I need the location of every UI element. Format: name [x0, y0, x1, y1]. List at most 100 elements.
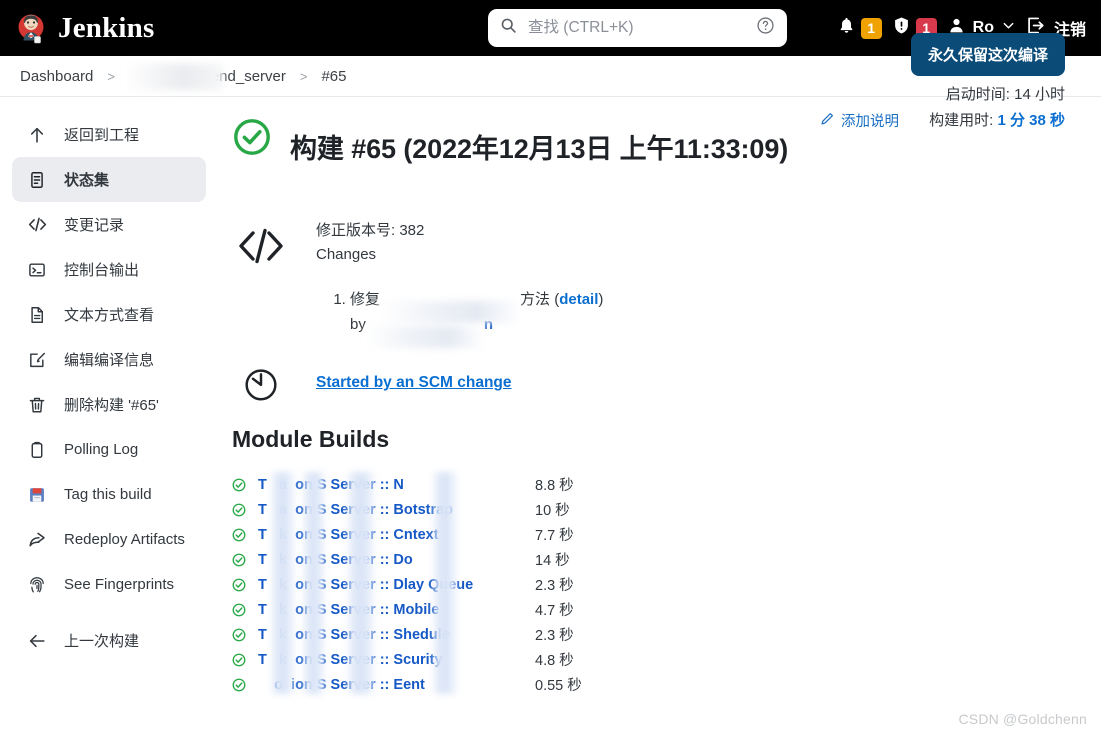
sidebar-item-label: Redeploy Artifacts	[64, 531, 185, 548]
sidebar-item-back-to-project[interactable]: 返回到工程	[12, 112, 206, 157]
notification-count-badge[interactable]: 1	[860, 17, 882, 39]
arrow-left-icon	[26, 630, 48, 652]
module-link[interactable]: T k on S Server :: Dlay Queue	[258, 577, 473, 593]
table-row: T a on S Server :: N 8.8 秒	[232, 472, 1101, 497]
sidebar-item-tag-this-build[interactable]: Tag this build	[12, 472, 206, 517]
sidebar-item-see-fingerprints[interactable]: See Fingerprints	[12, 562, 206, 607]
module-link[interactable]: T a on S Server :: Botstrap	[258, 502, 453, 518]
duration-value: 1 分 38 秒	[997, 112, 1065, 130]
keep-build-forever-button[interactable]: 永久保留这次编译	[910, 33, 1065, 76]
module-duration: 4.8 秒	[535, 653, 574, 670]
module-duration: 14 秒	[535, 553, 570, 570]
sidebar-item-label: 返回到工程	[64, 127, 140, 144]
module-status-success-icon	[232, 578, 252, 592]
table-row: T k on S Server :: Dlay Queue 2.3 秒	[232, 572, 1101, 597]
change-prefix: 修复	[350, 290, 381, 308]
change-entry: 修复方法 (detail) byn	[350, 288, 603, 349]
trash-icon	[26, 394, 48, 416]
fingerprint-icon	[26, 574, 48, 596]
duration-label: 构建用时:	[929, 112, 994, 130]
start-time-line: 启动时间: 14 小时	[929, 82, 1065, 108]
table-row: o ion S Server :: Eent 0.55 秒	[232, 672, 1101, 697]
search-bar[interactable]	[488, 9, 787, 47]
module-link[interactable]: T k on S Server :: Do	[258, 552, 413, 568]
module-link[interactable]: T k on S Server :: Scurity	[258, 652, 443, 668]
sidebar-item-label: 上一次构建	[64, 633, 140, 650]
module-status-success-icon	[232, 478, 252, 492]
module-builds-title: Module Builds	[232, 426, 390, 453]
watermark: CSDN @Goldchenn	[958, 711, 1087, 727]
module-duration: 8.8 秒	[535, 478, 574, 495]
bell-icon	[837, 16, 856, 40]
jenkins-build-page: Jenkins 查找 (CTRL+K) 1 1 Ro 注销 Dashboard …	[0, 0, 1101, 735]
share-arrow-icon	[26, 529, 48, 551]
sidebar-divider-gap	[0, 607, 218, 618]
changes-label: Changes	[316, 245, 377, 263]
table-row: T k on S Server :: Do 14 秒	[232, 547, 1101, 572]
start-time-value: 14 小时	[1014, 86, 1065, 103]
module-link[interactable]: T k on S Server :: Mobile	[258, 602, 439, 618]
sidebar-item-label: Polling Log	[64, 441, 139, 458]
table-row: T k on S Server :: Mobile 4.7 秒	[232, 597, 1101, 622]
sidebar-item-polling-log[interactable]: Polling Log	[12, 427, 206, 472]
module-duration: 2.3 秒	[535, 578, 574, 595]
module-link[interactable]: T a on S Server :: N	[258, 477, 404, 493]
build-cause-row: Started by an SCM change	[232, 362, 1101, 404]
sidebar-item-edit-build-information[interactable]: 编辑编译信息	[12, 337, 206, 382]
table-row: T k on S Server :: Scurity 4.8 秒	[232, 647, 1101, 672]
breadcrumb-item-dashboard[interactable]: Dashboard	[18, 68, 95, 85]
sidebar-item-label: 文本方式查看	[64, 307, 155, 324]
sidebar-item-label: 状态集	[64, 172, 110, 189]
notifications-button[interactable]: 1	[832, 0, 887, 56]
module-link[interactable]: T k on S Server :: Shedule	[258, 627, 450, 643]
changes-section: 修正版本号: 382 Changes 修复方法 (detail) byn	[232, 219, 1101, 349]
sidebar-item-view-as-plain-text[interactable]: 文本方式查看	[12, 292, 206, 337]
module-status-success-icon	[232, 603, 252, 617]
edit-square-icon	[26, 349, 48, 371]
add-description-button[interactable]: 添加说明	[820, 110, 899, 131]
clipboard-icon	[26, 439, 48, 461]
module-link[interactable]: o ion S Server :: Eent	[258, 677, 425, 693]
change-detail-link[interactable]: detail	[559, 291, 598, 308]
revision-line: 修正版本号: 382	[316, 222, 425, 240]
success-check-circle-icon	[232, 117, 272, 157]
clock-icon	[232, 362, 290, 404]
module-duration: 4.7 秒	[535, 603, 574, 620]
module-status-success-icon	[232, 503, 252, 517]
sidebar-item-label: 编辑编译信息	[64, 352, 155, 369]
breadcrumb-item-job[interactable]: akend_server	[124, 63, 288, 90]
sidebar-item-changes[interactable]: 变更记录	[12, 202, 206, 247]
sidebar-item-label: See Fingerprints	[64, 576, 175, 593]
sidebar-item-label: Tag this build	[64, 486, 152, 503]
start-time-label: 启动时间:	[945, 86, 1010, 103]
search-input[interactable]	[526, 11, 747, 45]
shield-exclamation-icon	[892, 16, 911, 40]
jenkins-butler-logo	[14, 11, 48, 45]
duration-line: 构建用时: 1 分 38 秒	[929, 108, 1065, 134]
breadcrumb-item-build[interactable]: #65	[319, 68, 348, 85]
floppy-disk-icon	[26, 484, 48, 506]
sidebar-item-delete-build[interactable]: 删除构建 '#65'	[12, 382, 206, 427]
brand-home-link[interactable]: Jenkins	[0, 11, 155, 45]
build-cause-link[interactable]: Started by an SCM change	[316, 374, 512, 392]
table-row: T k on S Server :: Shedule 2.3 秒	[232, 622, 1101, 647]
sidebar-item-redeploy-artifacts[interactable]: Redeploy Artifacts	[12, 517, 206, 562]
code-brackets-large-icon	[232, 219, 290, 336]
module-status-success-icon	[232, 628, 252, 642]
module-duration: 2.3 秒	[535, 628, 574, 645]
sidebar: 返回到工程 状态集 变更记录 控制台输出 文本方式查看 编辑编译信息 删除构建 …	[0, 112, 218, 663]
sidebar-item-status[interactable]: 状态集	[12, 157, 206, 202]
redaction-blur	[124, 63, 223, 90]
arrow-up-icon	[26, 124, 48, 146]
module-status-success-icon	[232, 553, 252, 567]
sidebar-item-label: 删除构建 '#65'	[64, 397, 159, 414]
redaction-blur	[380, 300, 521, 323]
sidebar-item-previous-build[interactable]: 上一次构建	[12, 618, 206, 663]
breadcrumb-separator-2: >	[299, 68, 308, 84]
module-link[interactable]: T k on S Server :: Cntext	[258, 527, 439, 543]
sidebar-item-console-output[interactable]: 控制台输出	[12, 247, 206, 292]
module-status-success-icon	[232, 528, 252, 542]
question-circle-icon[interactable]	[756, 16, 775, 40]
change-by-label: by	[350, 316, 366, 334]
module-status-success-icon	[232, 653, 252, 667]
